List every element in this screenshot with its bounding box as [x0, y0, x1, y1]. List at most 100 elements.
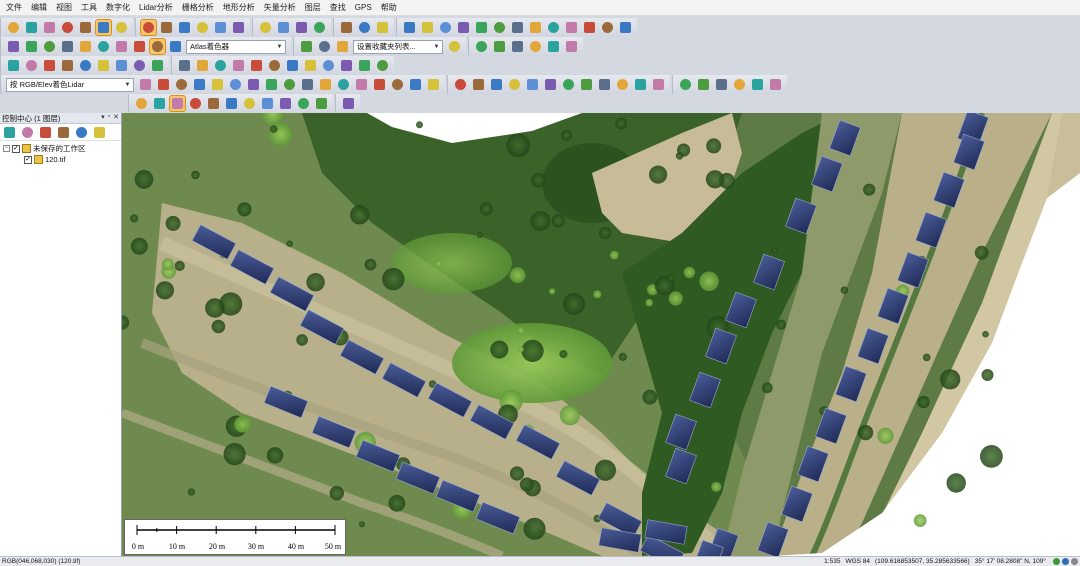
panel-tool-3-icon[interactable]	[38, 125, 53, 140]
lidar-tool-12-icon[interactable]	[336, 77, 351, 92]
menu-item-8[interactable]: 矢量分析	[264, 2, 296, 13]
menu-item-0[interactable]: 文件	[6, 2, 22, 13]
nav-tool-5-icon[interactable]	[213, 20, 228, 35]
edit-tool-1-icon[interactable]	[258, 20, 273, 35]
lidar-tool-2-icon[interactable]	[156, 77, 171, 92]
feature-tool-12-icon[interactable]	[375, 58, 390, 73]
vector-tool-7-icon[interactable]	[114, 58, 129, 73]
float-icon[interactable]: ▫	[108, 113, 110, 121]
lidarclass-tool-5-icon[interactable]	[525, 77, 540, 92]
edit-tool-2-icon[interactable]	[276, 20, 291, 35]
analysis-tool-12-icon[interactable]	[600, 20, 615, 35]
lidar-tool-1-icon[interactable]	[138, 77, 153, 92]
measure-tool-2-icon[interactable]	[357, 20, 372, 35]
workspace-checkbox[interactable]: ✓	[12, 144, 20, 153]
lidar-tool-13-icon[interactable]	[354, 77, 369, 92]
measure-tool-3-icon[interactable]	[375, 20, 390, 35]
shader-tool-10-icon[interactable]	[168, 39, 183, 54]
lidarclass-tool-8-icon[interactable]	[579, 77, 594, 92]
nav-tool-6-icon[interactable]	[231, 20, 246, 35]
menu-item-5[interactable]: Lidar分析	[139, 2, 173, 13]
file-tool-5-icon[interactable]	[78, 20, 93, 35]
close-icon[interactable]: ✕	[113, 113, 119, 121]
layer-checkbox[interactable]: ✓	[24, 155, 32, 164]
lidarclass-tool-4-icon[interactable]	[507, 77, 522, 92]
analysis-tool-6-icon[interactable]	[492, 20, 507, 35]
menu-item-7[interactable]: 地形分析	[223, 2, 255, 13]
panel-tool-5-icon[interactable]	[74, 125, 89, 140]
analysis-tool-8-icon[interactable]	[528, 20, 543, 35]
menu-item-12[interactable]: 帮助	[381, 2, 397, 13]
lidar-tool-15-icon[interactable]	[390, 77, 405, 92]
collapse-icon[interactable]: −	[3, 145, 10, 152]
playback-tool-6-icon[interactable]	[768, 77, 783, 92]
file-tool-2-icon[interactable]	[24, 20, 39, 35]
lidar-tool-14-icon[interactable]	[372, 77, 387, 92]
chevron-down-icon[interactable]: ▼	[275, 42, 284, 52]
vector-tool-9-icon[interactable]	[150, 58, 165, 73]
shader-tool-2-icon[interactable]	[24, 39, 39, 54]
gps-tool-4-icon[interactable]	[188, 96, 203, 111]
gps-tool-2-icon[interactable]	[152, 96, 167, 111]
analysis-tool-7-icon[interactable]	[510, 20, 525, 35]
menu-item-1[interactable]: 编辑	[31, 2, 47, 13]
lidarclass-tool-11-icon[interactable]	[633, 77, 648, 92]
gps-tool-8-icon[interactable]	[260, 96, 275, 111]
lidarclass-tool-2-icon[interactable]	[471, 77, 486, 92]
feature-tool-9-icon[interactable]	[321, 58, 336, 73]
nav-tool-1-icon[interactable]	[139, 19, 157, 36]
globe-tool-1-icon[interactable]	[341, 96, 356, 111]
view-tool-3-icon[interactable]	[335, 39, 350, 54]
edit-tool-3-icon[interactable]	[294, 20, 309, 35]
edit-tool-4-icon[interactable]	[312, 20, 327, 35]
feature-tool-7-icon[interactable]	[285, 58, 300, 73]
menu-item-11[interactable]: GPS	[355, 3, 372, 12]
chevron-down-icon[interactable]: ▼	[432, 42, 441, 52]
shader-tool-8-icon[interactable]	[132, 39, 147, 54]
panel-tool-4-icon[interactable]	[56, 125, 71, 140]
lidar-tool-6-icon[interactable]	[228, 77, 243, 92]
digitize-tool-5-icon[interactable]	[546, 39, 561, 54]
shader-tool-5-icon[interactable]	[78, 39, 93, 54]
shader-tool-1-icon[interactable]	[6, 39, 21, 54]
vector-tool-5-icon[interactable]	[78, 58, 93, 73]
lidar-tool-5-icon[interactable]	[210, 77, 225, 92]
feature-tool-10-icon[interactable]	[339, 58, 354, 73]
analysis-tool-11-icon[interactable]	[582, 20, 597, 35]
menu-item-9[interactable]: 图层	[305, 2, 321, 13]
lidar-tool-8-icon[interactable]	[264, 77, 279, 92]
lidarclass-tool-1-icon[interactable]	[453, 77, 468, 92]
analysis-tool-4-icon[interactable]	[456, 20, 471, 35]
shader-tool-7-icon[interactable]	[114, 39, 129, 54]
shader-tool-9-icon[interactable]	[148, 38, 166, 55]
map-view[interactable]	[122, 113, 1080, 556]
lidar-tool-11-icon[interactable]	[318, 77, 333, 92]
analysis-tool-2-icon[interactable]	[420, 20, 435, 35]
lidarclass-tool-9-icon[interactable]	[597, 77, 612, 92]
pin-icon[interactable]: ▾	[101, 113, 105, 121]
lidar-tool-4-icon[interactable]	[192, 77, 207, 92]
playback-tool-4-icon[interactable]	[732, 77, 747, 92]
file-tool-6-icon[interactable]	[94, 19, 112, 36]
feature-tool-2-icon[interactable]	[195, 58, 210, 73]
lidar-tool-3-icon[interactable]	[174, 77, 189, 92]
analysis-tool-3-icon[interactable]	[438, 20, 453, 35]
digitize-tool-2-icon[interactable]	[492, 39, 507, 54]
digitize-tool-1-icon[interactable]	[474, 39, 489, 54]
gps-tool-9-icon[interactable]	[278, 96, 293, 111]
gps-tool-5-icon[interactable]	[206, 96, 221, 111]
digitize-tool-6-icon[interactable]	[564, 39, 579, 54]
lidarclass-tool-10-icon[interactable]	[615, 77, 630, 92]
menu-item-6[interactable]: 栅格分析	[182, 2, 214, 13]
view-tool-2-icon[interactable]	[317, 39, 332, 54]
analysis-tool-1-icon[interactable]	[402, 20, 417, 35]
playback-tool-5-icon[interactable]	[750, 77, 765, 92]
digitize-tool-4-icon[interactable]	[528, 39, 543, 54]
analysis-tool-10-icon[interactable]	[564, 20, 579, 35]
vector-tool-4-icon[interactable]	[60, 58, 75, 73]
file-tool-4-icon[interactable]	[60, 20, 75, 35]
workspace-node[interactable]: − ✓ 未保存的工作区	[0, 143, 121, 154]
vector-tool-8-icon[interactable]	[132, 58, 147, 73]
feature-tool-8-icon[interactable]	[303, 58, 318, 73]
feature-tool-5-icon[interactable]	[249, 58, 264, 73]
